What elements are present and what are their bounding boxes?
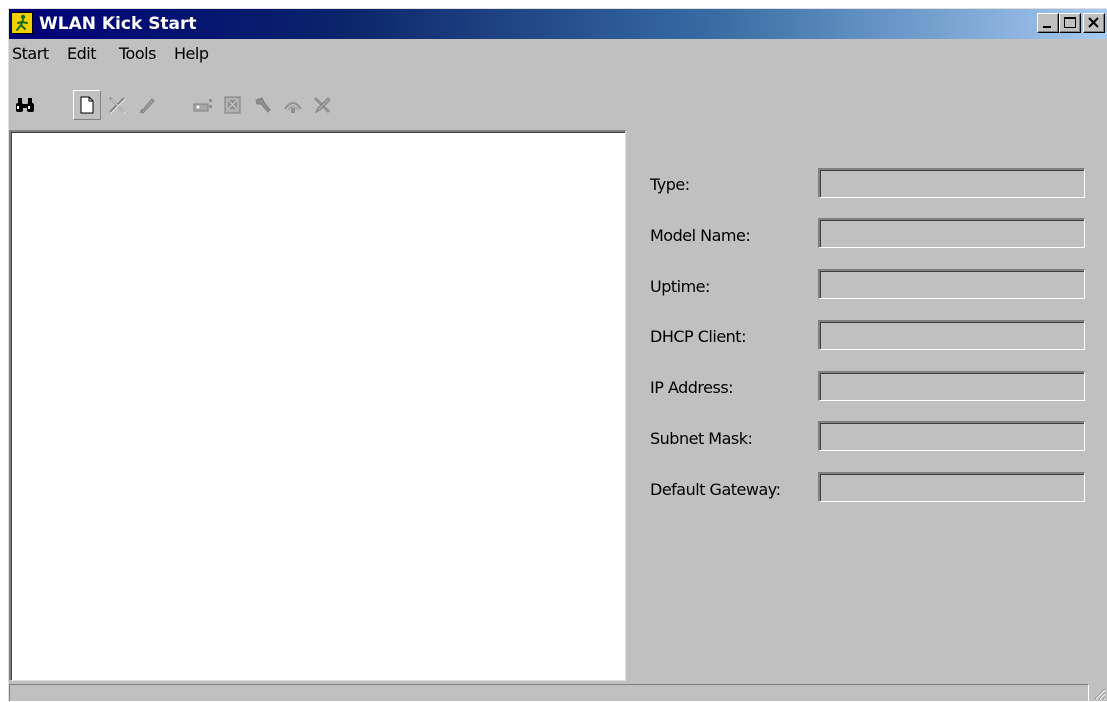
dhcp-client-label: DHCP Client: <box>650 327 746 346</box>
delete-button[interactable] <box>103 90 131 120</box>
close-button[interactable] <box>1083 13 1105 33</box>
device-config-icon <box>193 99 212 112</box>
new-document-icon <box>80 96 94 114</box>
wireless-icon <box>284 102 302 113</box>
default-gateway-label: Default Gateway: <box>650 480 781 499</box>
status-bar <box>9 681 1107 702</box>
properties-button[interactable] <box>219 90 247 120</box>
resize-grip-icon[interactable] <box>1092 686 1106 700</box>
maximize-icon <box>1064 17 1076 28</box>
menu-edit[interactable]: Edit <box>67 44 96 63</box>
ip-address-field <box>818 371 1085 401</box>
subnet-mask-field <box>818 421 1085 451</box>
subnet-mask-label: Subnet Mask: <box>650 429 753 448</box>
window-title: WLAN Kick Start <box>39 14 197 34</box>
device-tree-view[interactable] <box>9 130 626 681</box>
dhcp-client-field <box>818 320 1085 350</box>
type-label: Type: <box>650 175 690 194</box>
ip-address-label: IP Address: <box>650 378 734 397</box>
binoculars-icon <box>16 98 34 112</box>
menu-help[interactable]: Help <box>174 44 209 63</box>
toolbar <box>9 90 1107 122</box>
edit-pen-icon <box>139 98 155 114</box>
edit-button[interactable] <box>133 90 161 120</box>
window-controls <box>1037 13 1105 35</box>
delete-x-icon <box>109 97 126 114</box>
menu-tools[interactable]: Tools <box>119 44 156 63</box>
uptime-field <box>818 269 1085 299</box>
app-icon[interactable] <box>11 12 33 34</box>
maximize-button[interactable] <box>1059 13 1081 33</box>
close-icon <box>1088 17 1099 28</box>
app-window: WLAN Kick Start Start Edit Tools Help Ty… <box>8 8 1107 702</box>
tools-icon <box>313 96 331 114</box>
wrench-button[interactable] <box>249 90 277 120</box>
tools-button[interactable] <box>309 90 337 120</box>
uptime-label: Uptime: <box>650 277 710 296</box>
menu-start[interactable]: Start <box>12 44 49 63</box>
minimize-button[interactable] <box>1037 13 1059 33</box>
status-panel <box>9 684 1089 702</box>
wrench-icon <box>255 97 271 113</box>
model-name-field <box>818 218 1085 248</box>
new-button[interactable] <box>73 90 101 120</box>
menu-bar: Start Edit Tools Help <box>9 41 1107 65</box>
model-name-label: Model Name: <box>650 226 751 245</box>
default-gateway-field <box>818 472 1085 502</box>
wireless-button[interactable] <box>279 90 307 120</box>
type-field <box>818 168 1085 198</box>
title-bar[interactable]: WLAN Kick Start <box>9 9 1107 39</box>
find-button[interactable] <box>11 90 39 120</box>
properties-icon <box>224 96 241 114</box>
minimize-icon <box>1043 26 1051 28</box>
device-config-button[interactable] <box>189 90 217 120</box>
